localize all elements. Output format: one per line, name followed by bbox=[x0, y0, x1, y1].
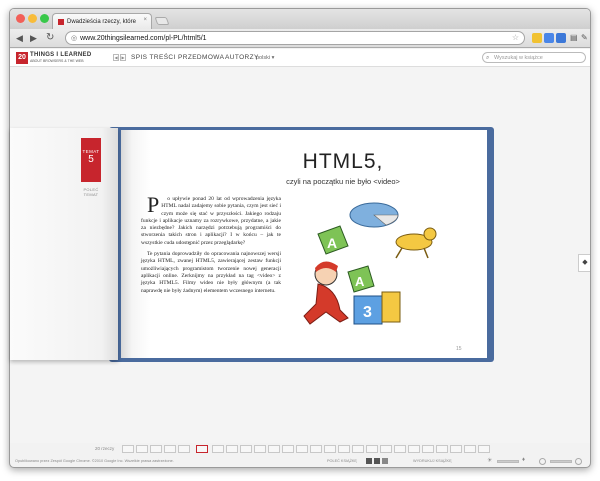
page-thumbnail[interactable] bbox=[136, 445, 148, 453]
page-thumbnail[interactable] bbox=[150, 445, 162, 453]
page-thumbnail[interactable] bbox=[366, 445, 378, 453]
browser-tab[interactable]: Dwadzieścia rzeczy, które × bbox=[52, 13, 152, 29]
pie-chart-icon bbox=[349, 202, 399, 228]
page-thumbnail[interactable] bbox=[450, 445, 462, 453]
page-thumbnail[interactable] bbox=[422, 445, 434, 453]
drop-cap: P bbox=[147, 192, 160, 217]
twitter-icon[interactable] bbox=[374, 458, 380, 464]
next-page-button[interactable]: ◆ bbox=[578, 254, 590, 272]
bottom-bar: 20 rzeczy Opublikowano przez Zespół Goog… bbox=[9, 442, 591, 468]
extension-icon[interactable] bbox=[532, 33, 542, 43]
nav-contents[interactable]: SPIS TREŚCI bbox=[131, 54, 176, 61]
chapter-body: Po upływie ponad 20 lat od wprowadzenia … bbox=[141, 192, 281, 295]
pages-label: 20 rzeczy bbox=[95, 446, 115, 451]
block-3-icon: 3 bbox=[353, 291, 401, 325]
page-thumbnail[interactable] bbox=[296, 445, 308, 453]
share-chapter-button[interactable]: POLEĆ TEMAT bbox=[80, 187, 102, 197]
page-thumbnail[interactable] bbox=[164, 445, 176, 453]
page-thumbnail[interactable] bbox=[310, 445, 322, 453]
dog-icon bbox=[395, 227, 437, 259]
svg-text:A: A bbox=[355, 274, 365, 289]
extension-icon[interactable] bbox=[544, 33, 554, 43]
left-page[interactable] bbox=[10, 128, 118, 360]
site-header: 20 THINGS I LEARNED ABOUT BROWSERS & THE… bbox=[10, 49, 590, 67]
page-info-icon: ◎ bbox=[71, 35, 78, 42]
page-thumbnail[interactable] bbox=[380, 445, 392, 453]
nav-foreword[interactable]: PRZEDMOWA bbox=[178, 54, 224, 61]
block-a2-icon: A bbox=[347, 265, 375, 293]
share-book-link[interactable]: POLEĆ KSIĄŻKĘ bbox=[327, 459, 357, 463]
zoom-window-icon[interactable] bbox=[40, 14, 49, 23]
chapter-number: 5 bbox=[88, 154, 94, 165]
page-thumbnail[interactable] bbox=[408, 445, 420, 453]
boy-icon bbox=[303, 261, 349, 325]
page-number: 15 bbox=[456, 346, 462, 352]
zoom-in-icon[interactable] bbox=[575, 458, 582, 465]
back-icon[interactable]: ◀ bbox=[16, 33, 23, 43]
search-input[interactable]: ⌕ Wyszukaj w książce bbox=[482, 52, 586, 63]
share-chapter-label: POLEĆ TEMAT bbox=[83, 187, 99, 197]
favicon-icon bbox=[58, 18, 64, 25]
brightness-slider[interactable] bbox=[497, 460, 519, 463]
address-bar[interactable]: ◎ www.20thingsilearned.com/pl-PL/html5/1… bbox=[65, 31, 525, 45]
page-thumbnail[interactable] bbox=[394, 445, 406, 453]
page-thumbnail[interactable] bbox=[122, 445, 134, 453]
page-thumbnail[interactable] bbox=[338, 445, 350, 453]
tab-strip: Dwadzieścia rzeczy, które × bbox=[10, 9, 590, 29]
tab-title: Dwadzieścia rzeczy, które bbox=[67, 18, 136, 25]
page-thumbnail[interactable] bbox=[324, 445, 336, 453]
page-thumbnail[interactable] bbox=[268, 445, 280, 453]
pin-icon[interactable]: ♦ bbox=[522, 457, 525, 463]
prev-chapter-icon[interactable]: ◀ bbox=[113, 54, 119, 61]
block-a-icon: A bbox=[317, 225, 349, 255]
page-thumbnail[interactable] bbox=[282, 445, 294, 453]
footer-copyright: Opublikowano przez Zespół Google Chrome.… bbox=[15, 459, 174, 463]
chapter-ribbon: TEMAT 5 bbox=[81, 138, 101, 182]
paragraph: Te pytania doprowadziły do opracowania n… bbox=[141, 251, 281, 294]
paragraph: o upływie ponad 20 lat od wprowadzenia j… bbox=[141, 196, 281, 246]
nav-authors[interactable]: AUTORZY bbox=[225, 54, 259, 61]
browser-toolbar: ◀ ▶ ↻ ◎ www.20thingsilearned.com/pl-PL/h… bbox=[10, 29, 590, 48]
page-thumbnail[interactable] bbox=[226, 445, 238, 453]
chapter-illustration: A A 3 bbox=[303, 202, 437, 325]
search-icon: ⌕ bbox=[486, 55, 490, 61]
bookmark-star-icon[interactable]: ☆ bbox=[512, 33, 519, 42]
page-thumbnail[interactable] bbox=[178, 445, 190, 453]
logo-title[interactable]: THINGS I LEARNED bbox=[30, 52, 91, 58]
wrench-icon[interactable]: ✎ bbox=[581, 33, 588, 43]
page-thumbnail[interactable] bbox=[436, 445, 448, 453]
next-chapter-icon[interactable]: ▶ bbox=[120, 54, 126, 61]
svg-text:A: A bbox=[327, 235, 337, 251]
print-book-link[interactable]: WYDRUKUJ KSIĄŻKĘ bbox=[413, 459, 452, 463]
page-thumbnail[interactable] bbox=[240, 445, 252, 453]
new-tab-button[interactable] bbox=[154, 17, 170, 25]
svg-text:3: 3 bbox=[363, 304, 372, 321]
chapter-title: HTML5, bbox=[302, 150, 384, 173]
reload-icon[interactable]: ↻ bbox=[46, 33, 54, 43]
zoom-slider[interactable] bbox=[550, 460, 572, 463]
zoom-out-icon[interactable] bbox=[539, 458, 546, 465]
page-thumbnail[interactable] bbox=[478, 445, 490, 453]
close-window-icon[interactable] bbox=[16, 14, 25, 23]
logo-number[interactable]: 20 bbox=[16, 52, 28, 64]
page-thumbnail[interactable] bbox=[464, 445, 476, 453]
page-thumbnail[interactable] bbox=[352, 445, 364, 453]
lightbulb-icon[interactable]: ☀ bbox=[487, 457, 492, 464]
url-text: www.20thingsilearned.com/pl-PL/html5/1 bbox=[80, 34, 207, 42]
page-thumbnail[interactable] bbox=[254, 445, 266, 453]
minimize-window-icon[interactable] bbox=[28, 14, 37, 23]
language-select[interactable]: polski ▾ bbox=[256, 55, 274, 61]
page-menu-icon[interactable]: ▤ bbox=[570, 33, 578, 43]
forward-icon[interactable]: ▶ bbox=[30, 33, 37, 43]
facebook-icon[interactable] bbox=[366, 458, 372, 464]
tab-close-icon[interactable]: × bbox=[143, 17, 147, 23]
logo-subtitle: ABOUT BROWSERS & THE WEB bbox=[30, 59, 84, 63]
buzz-icon[interactable] bbox=[382, 458, 388, 464]
search-placeholder: Wyszukaj w książce bbox=[494, 55, 543, 61]
extension-icon[interactable] bbox=[556, 33, 566, 43]
chapter-subtitle: czyli na początku nie było <video> bbox=[286, 177, 400, 186]
page-thumbnail[interactable] bbox=[212, 445, 224, 453]
page-thumbnail-active[interactable] bbox=[196, 445, 208, 453]
